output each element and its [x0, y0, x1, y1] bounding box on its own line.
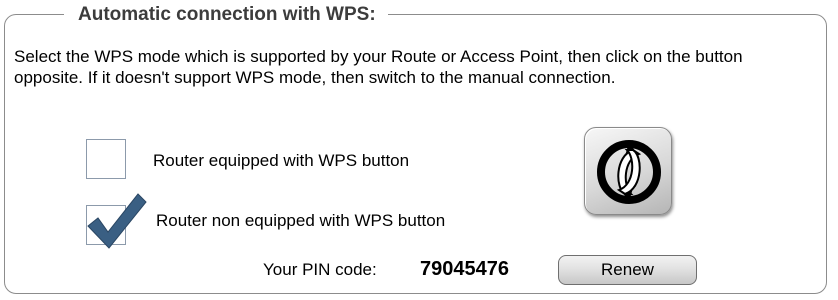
renew-button[interactable]: Renew [558, 255, 697, 285]
wps-icon [597, 140, 661, 204]
wps-button-checkbox[interactable] [86, 139, 126, 179]
section-description: Select the WPS mode which is supported b… [14, 47, 743, 87]
wps-connect-button[interactable] [584, 127, 672, 215]
section-title: Automatic connection with WPS: [64, 2, 388, 28]
pin-code-label: Your PIN code: [263, 260, 377, 279]
no-wps-button-option-label: Router non equipped with WPS button [156, 211, 446, 230]
checkmark-icon [87, 193, 147, 249]
pin-code-value: 79045476 [420, 258, 509, 280]
wps-button-option-label: Router equipped with WPS button [153, 151, 410, 170]
